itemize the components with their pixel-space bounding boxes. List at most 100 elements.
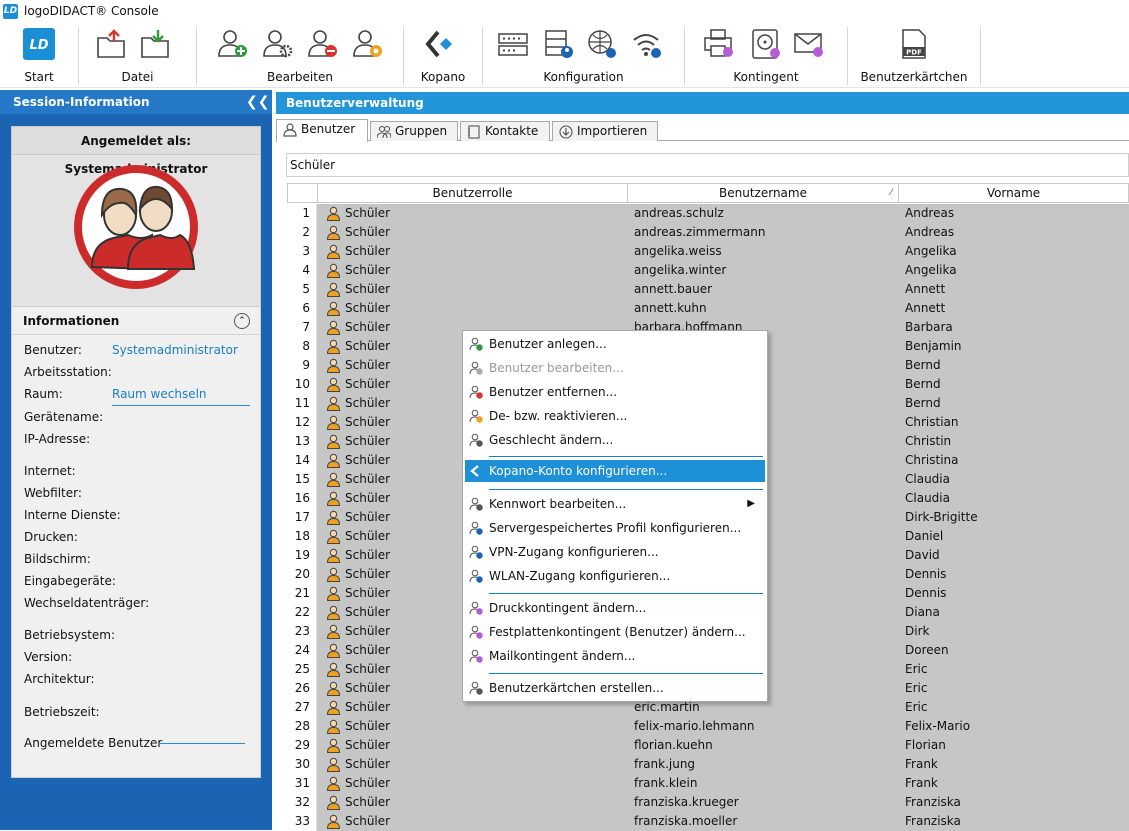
tab-importieren[interactable]: Importieren [552,121,658,141]
cell-benutzerrolle: Schüler [345,510,391,524]
user-add-icon [469,337,483,351]
collapse-panel-icon[interactable]: ❮❮ [246,93,269,111]
ribbon-group-kopano: Kopano [404,24,482,88]
info-label-betriebsystem: Betriebsystem: [24,628,116,642]
change-room-link[interactable]: Raum wechseln [112,387,207,401]
student-icon [326,586,341,601]
kopano-icon[interactable] [424,28,456,60]
cell-benutzerrolle: Schüler [345,358,391,372]
start-logo-icon[interactable]: LD [23,28,55,60]
tab-bar: Benutzer Gruppen Kontakte Importieren [276,119,1129,142]
row-number: 28 [287,717,317,736]
menu-item-user-add[interactable]: Benutzer anlegen... [465,333,765,355]
app-title: logoDIDACT® Console [24,4,159,18]
menu-item-mail-quota[interactable]: Mailkontingent ändern... [465,645,765,667]
row-number: 27 [287,698,317,717]
user-remove-icon[interactable] [307,28,339,60]
tab-kontakte[interactable]: Kontakte [460,121,550,141]
student-icon [326,738,341,753]
pdf-icon[interactable]: PDF [898,28,930,60]
room-underline [112,405,250,406]
password-icon[interactable] [497,28,529,60]
user-icon [283,123,297,137]
password-icon [469,497,483,511]
info-label-arbeitsstation: Arbeitsstation: [24,365,112,379]
wlan-icon[interactable] [631,28,663,60]
cell-vorname: Annett [905,301,946,315]
folder-import-icon[interactable] [140,28,172,60]
cell-vorname: Andreas [905,225,955,239]
row-number: 20 [287,565,317,584]
menu-item-print-quota[interactable]: Druckkontingent ändern... [465,597,765,619]
menu-item-vpn[interactable]: VPN-Zugang konfigurieren... [465,541,765,563]
info-label-betriebszeit: Betriebszeit: [24,705,100,719]
user-add-icon[interactable] [217,28,249,60]
vpn-icon[interactable] [586,28,618,60]
table-row[interactable]: 4 Schüler angelika.winter Angelika [287,261,1129,280]
ribbon-label-start: Start [24,70,54,84]
menu-item-gender[interactable]: Geschlecht ändern... [465,429,765,451]
user-toggle-icon[interactable] [352,28,384,60]
cell-benutzerrolle: Schüler [345,472,391,486]
table-row[interactable]: 2 Schüler andreas.zimmermann Andreas [287,223,1129,242]
tab-benutzer[interactable]: Benutzer [276,119,368,142]
tab-gruppen-label: Gruppen [395,124,448,138]
table-row[interactable]: 33 Schüler franziska.moeller Franziska [287,812,1129,831]
cell-benutzerrolle: Schüler [345,662,391,676]
row-number: 7 [287,318,317,337]
table-row[interactable]: 5 Schüler annett.bauer Annett [287,280,1129,299]
table-row[interactable]: 3 Schüler angelika.weiss Angelika [287,242,1129,261]
menu-item-disk-quota[interactable]: Festplattenkontingent (Benutzer) ändern.… [465,621,765,643]
cell-vorname: Angelika [905,244,957,258]
menu-separator [489,489,763,490]
server-profile-icon[interactable] [543,28,575,60]
ribbon-group-start[interactable]: LD Start [0,24,78,88]
table-row[interactable]: 29 Schüler florian.kuehn Florian [287,736,1129,755]
cell-benutzerrolle: Schüler [345,244,391,258]
column-header-vorname[interactable]: Vorname [898,183,1129,203]
server-profile-icon [469,521,483,535]
student-icon [326,263,341,278]
row-number: 21 [287,584,317,603]
info-value-benutzer: Systemadministrator [112,343,238,357]
tab-kontakte-label: Kontakte [485,124,539,138]
table-row[interactable]: 32 Schüler franziska.krueger Franziska [287,793,1129,812]
menu-item-user-toggle[interactable]: De- bzw. reaktivieren... [465,405,765,427]
table-row[interactable]: 6 Schüler annett.kuhn Annett [287,299,1129,318]
menu-item-user-card[interactable]: Benutzerkärtchen erstellen... [465,677,765,699]
tab-gruppen[interactable]: Gruppen [370,121,458,141]
menu-item-user-remove[interactable]: Benutzer entfernen... [465,381,765,403]
folder-export-icon[interactable] [96,28,128,60]
print-quota-icon[interactable] [703,28,735,60]
cell-benutzerrolle: Schüler [345,738,391,752]
menu-item-wlan[interactable]: WLAN-Zugang konfigurieren... [465,565,765,587]
menu-item-kopano[interactable]: Kopano-Konto konfigurieren... [465,460,765,482]
cell-benutzername: annett.kuhn [634,301,707,315]
table-row[interactable]: 1 Schüler andreas.schulz Andreas [287,204,1129,223]
submenu-arrow-icon: ▶ [747,498,755,509]
table-row[interactable]: 30 Schüler frank.jung Frank [287,755,1129,774]
role-filter-field[interactable]: Schüler [286,153,1129,177]
cell-vorname: Christin [905,434,952,448]
column-header-benutzerrolle[interactable]: Benutzerrolle [317,183,628,203]
menu-item-password[interactable]: Kennwort bearbeiten... ▶ [465,493,765,515]
cell-benutzerrolle: Schüler [345,605,391,619]
student-icon [326,719,341,734]
table-row[interactable]: 28 Schüler felix-mario.lehmann Felix-Mario [287,717,1129,736]
user-remove-icon [469,385,483,399]
mail-quota-icon[interactable] [793,28,825,60]
cell-vorname: Frank [905,776,938,790]
cell-vorname: Dirk [905,624,930,638]
disk-quota-icon[interactable] [750,28,782,60]
user-settings-icon[interactable] [262,28,294,60]
cell-vorname: Franziska [905,814,961,828]
row-number: 13 [287,432,317,451]
cell-benutzerrolle: Schüler [345,681,391,695]
cell-vorname: Christina [905,453,959,467]
column-header-benutzername[interactable]: Benutzername ⁄ [627,183,899,203]
collapse-information-icon[interactable]: ⌃ [234,313,250,329]
table-row[interactable]: 31 Schüler frank.klein Frank [287,774,1129,793]
menu-item-server-profile[interactable]: Servergespeichertes Profil konfigurieren… [465,517,765,539]
student-icon [326,605,341,620]
student-icon [326,643,341,658]
